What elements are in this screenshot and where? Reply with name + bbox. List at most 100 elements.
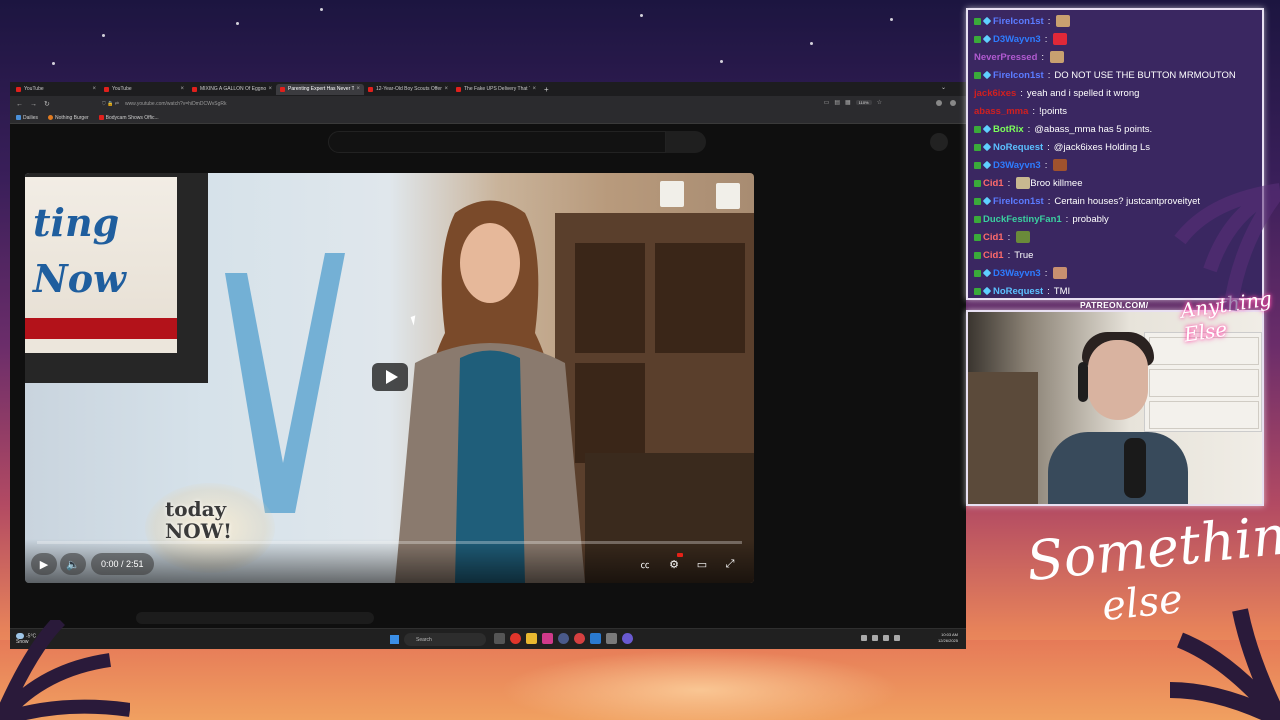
chat-username[interactable]: NoRequest [993,142,1043,153]
time-display: 0:00 / 2:51 [91,553,154,575]
bookmarks-bar: Dailies Nothing Burger Bodycam Shows Off… [10,112,966,124]
hd-badge [677,553,683,557]
browser-tab[interactable]: MIXING A GALLON Of Eggnog × [188,84,276,95]
app-icon[interactable] [542,633,553,644]
chat-username[interactable]: Cid1 [983,232,1004,243]
bookmark-star-icon[interactable]: ☆ [877,99,882,106]
cast-icon[interactable]: ▭ [824,99,830,106]
browser-tab[interactable]: Parenting Expert Has Never Ta × [276,83,364,95]
menu-icon[interactable] [950,100,956,106]
folder-icon [16,115,21,120]
site-info-icon[interactable]: ⛉ 🔒 ⇄ [102,101,119,107]
moderator-badge-icon [974,269,981,277]
reader-icon[interactable]: ▤ [834,99,840,106]
account-avatar[interactable] [930,133,948,151]
palm-leaf-decoration [1169,608,1280,720]
video-player[interactable]: ting Now today NOW! ▶ 🔈 0:00 / 2:51 ㏄ ⚙ … [25,173,754,583]
battery-icon[interactable] [894,635,900,641]
url-text[interactable]: www.youtube.com/watch?v=hiDmDCWvSgRk [125,101,227,107]
task-view-icon[interactable] [494,633,505,644]
browser-tab[interactable]: YouTube × [100,84,188,95]
progress-bar[interactable] [37,541,742,544]
subscriber-badge-icon [982,142,992,152]
app-icon[interactable] [606,633,617,644]
new-tab-button[interactable]: + [544,85,549,94]
close-icon[interactable]: × [92,86,96,92]
close-icon[interactable]: × [356,86,360,92]
chat-text: @jack6ixes Holding Ls [1053,141,1151,153]
chat-username[interactable]: DuckFestinyFan1 [983,214,1062,225]
chat-colon: : [1041,51,1045,63]
chat-username[interactable]: FireIcon1st [993,70,1044,81]
chat-text: yeah and i spelled it wrong [1026,87,1140,99]
close-icon[interactable]: × [444,86,448,92]
moderator-badge-icon [974,179,981,187]
volume-button[interactable]: 🔈 [60,553,86,575]
chat-username[interactable]: D3Wayvn3 [993,34,1041,45]
tab-title: The Fake UPS Delivery That Tur [464,86,531,92]
bookmark-item[interactable]: Bodycam Shows Offic... [98,115,159,121]
close-icon[interactable]: × [532,86,536,92]
app-icon[interactable] [622,633,633,644]
browser-tab[interactable]: The Fake UPS Delivery That Tur × [452,84,540,95]
moderator-badge-icon [974,233,981,241]
chat-colon: : [1007,249,1011,261]
zoom-level[interactable]: 110% [855,100,872,105]
captions-button[interactable]: ㏄ [632,553,658,575]
reload-icon[interactable]: ↻ [44,100,50,108]
browser-app-icon[interactable] [510,633,521,644]
chat-text: @abass_mma has 5 points. [1034,123,1153,135]
address-bar[interactable]: ⛉ 🔒 ⇄ www.youtube.com/watch?v=hiDmDCWvSg… [102,99,882,109]
browser-tab[interactable]: YouTube × [12,84,100,95]
app-icon[interactable] [574,633,585,644]
play-button-large[interactable] [372,363,408,391]
chat-username[interactable]: BotRix [993,124,1024,135]
settings-button[interactable]: ⚙ [661,553,687,575]
chat-colon: : [1007,231,1011,243]
network-icon[interactable] [872,635,878,641]
taskbar-search[interactable]: Search [404,633,486,646]
forward-icon[interactable]: → [30,101,37,108]
fullscreen-button[interactable]: ⤢ [717,553,743,575]
extension-icon[interactable]: ▦ [845,99,851,106]
tray-chevron-icon[interactable] [861,635,867,641]
moderator-badge-icon [974,17,981,25]
windows-start-icon[interactable] [390,635,399,644]
file-explorer-icon[interactable] [526,633,537,644]
bookmark-item[interactable]: Nothing Burger [48,115,89,121]
chat-username[interactable]: NoRequest [993,286,1043,297]
speaker-icon[interactable] [883,635,889,641]
chat-colon: : [1065,213,1069,225]
chat-emote-icon [1053,159,1068,171]
headphones [1078,362,1088,402]
today-now-logo-text: today NOW! [165,497,232,543]
chat-username[interactable]: FireIcon1st [993,16,1044,27]
theater-mode-button[interactable]: ▭ [689,553,715,575]
close-icon[interactable]: × [268,86,272,92]
chat-username[interactable]: D3Wayvn3 [993,268,1041,279]
taskbar-clock[interactable]: 10:03 AM 12/26/2025 [938,632,958,644]
chat-message: NoRequest: @jack6ixes Holding Ls [974,138,1256,156]
chat-username[interactable]: Cid1 [983,250,1004,261]
browser-tab[interactable]: 12-Year-Old Boy Scouts Offer × [364,84,452,95]
chat-username[interactable]: FireIcon1st [993,196,1044,207]
chat-username[interactable]: abass_mma [974,106,1028,117]
chat-text: TMI [1053,285,1071,297]
steam-icon[interactable] [590,633,601,644]
close-icon[interactable]: × [180,86,184,92]
back-icon[interactable]: ← [16,101,23,108]
subscriber-badge-icon [982,160,992,170]
youtube-search-input[interactable] [328,131,666,153]
app-icon[interactable] [558,633,569,644]
chat-username[interactable]: NeverPressed [974,52,1037,63]
play-toggle-button[interactable]: ▶ [31,553,57,575]
palm-leaf-decoration [1174,183,1280,311]
chat-username[interactable]: jack6ixes [974,88,1016,99]
chat-username[interactable]: D3Wayvn3 [993,160,1041,171]
profile-icon[interactable] [936,100,942,106]
chat-emote-icon [1053,33,1068,45]
bookmark-item[interactable]: Dailies [16,115,38,121]
chat-username[interactable]: Cid1 [983,178,1004,189]
tab-list-icon[interactable]: ⌄ [941,84,946,91]
youtube-search-button[interactable] [666,131,706,153]
